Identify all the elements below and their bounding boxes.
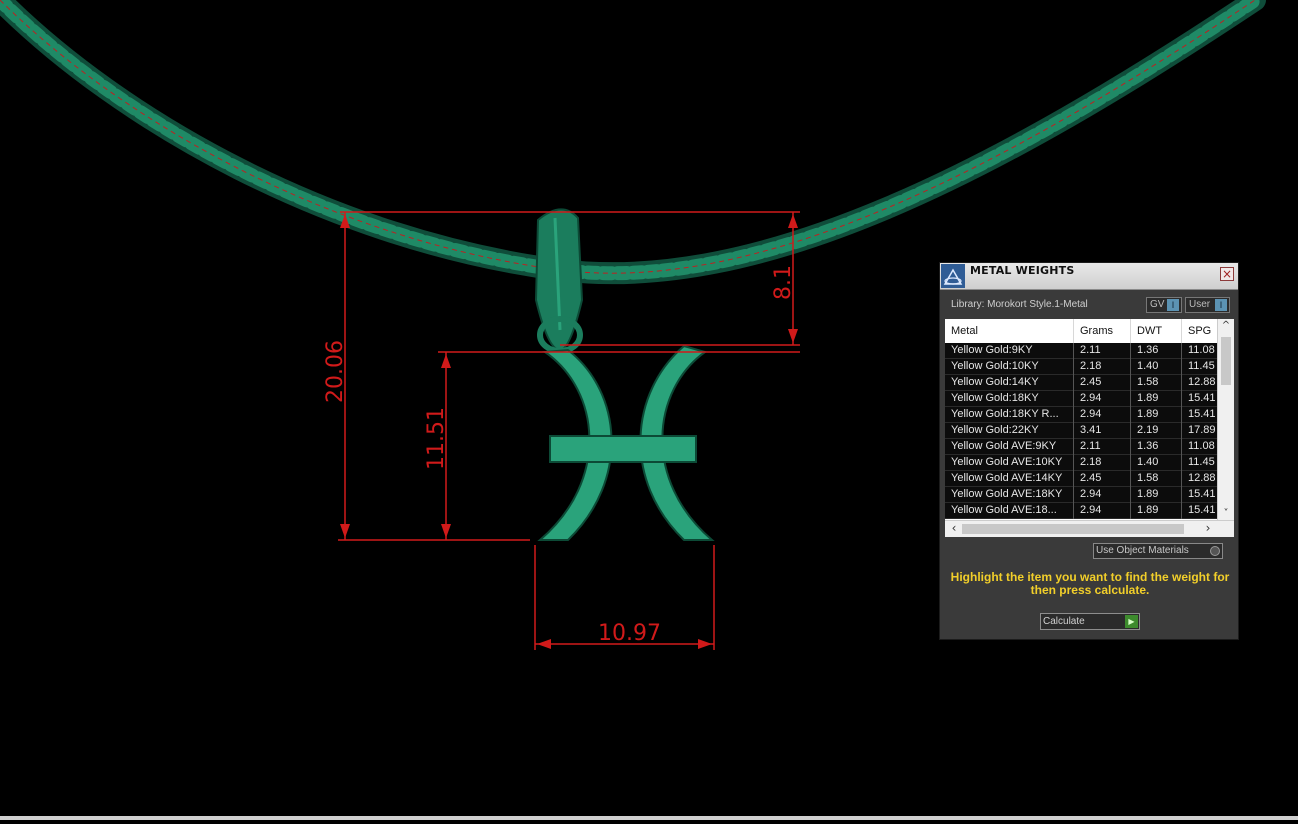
use-object-materials-toggle[interactable]: Use Object Materials — [1093, 543, 1223, 559]
cell-metal: Yellow Gold:18KY — [945, 391, 1074, 407]
table-row[interactable]: Yellow Gold:18KY R... 2.94 1.89 15.41 — [945, 407, 1217, 423]
user-toggle[interactable]: User I — [1185, 297, 1230, 313]
cell-spg: 12.88 — [1188, 472, 1216, 484]
pisces-pendant[interactable] — [537, 344, 715, 541]
cell-dwt: 1.89 — [1131, 391, 1182, 407]
panel-title: METAL WEIGHTS — [970, 264, 1075, 277]
gv-toggle-label: GV — [1150, 299, 1165, 310]
scroll-down-icon[interactable]: ˅ — [1218, 507, 1234, 521]
cell-dwt: 1.89 — [1131, 503, 1182, 519]
vertical-scrollbar[interactable]: ^ ˅ — [1217, 319, 1234, 521]
pendant-bail[interactable] — [534, 208, 584, 354]
cell-grams: 2.94 — [1074, 407, 1131, 423]
library-label: Library: Morokort Style.1-Metal — [951, 299, 1088, 310]
cell-spg: 11.08 — [1188, 344, 1215, 356]
cell-metal: Yellow Gold:10KY — [945, 359, 1074, 375]
cell-spg: 15.41 — [1188, 504, 1216, 516]
scroll-up-icon[interactable]: ^ — [1218, 319, 1234, 333]
cell-metal: Yellow Gold:14KY — [945, 375, 1074, 391]
gv-toggle[interactable]: GV I — [1146, 297, 1182, 313]
table-row[interactable]: Yellow Gold AVE:18KY 2.94 1.89 15.41 — [945, 487, 1217, 503]
cell-metal: Yellow Gold:9KY — [945, 343, 1074, 359]
table-row[interactable]: Yellow Gold:18KY 2.94 1.89 15.41 — [945, 391, 1217, 407]
cell-metal: Yellow Gold AVE:14KY — [945, 471, 1074, 487]
cell-dwt: 1.40 — [1131, 455, 1182, 471]
scroll-right-icon[interactable]: › — [1201, 521, 1215, 537]
cell-spg: 12.88 — [1188, 376, 1216, 388]
cell-spg: 11.45 — [1188, 360, 1215, 372]
table-row[interactable]: Yellow Gold:14KY 2.45 1.58 12.88 — [945, 375, 1217, 391]
bottom-border — [0, 816, 1298, 820]
close-button[interactable]: × — [1220, 267, 1234, 281]
column-header-metal[interactable]: Metal — [945, 319, 1074, 343]
table-row[interactable]: Yellow Gold:22KY 3.41 2.19 17.89 — [945, 423, 1217, 439]
table-row[interactable]: Yellow Gold AVE:14KY 2.45 1.58 12.88 — [945, 471, 1217, 487]
cell-grams: 2.45 — [1074, 471, 1131, 487]
dimension-bail-height: 8.1 — [771, 265, 796, 300]
cell-dwt: 1.89 — [1131, 407, 1182, 423]
cell-spg: 15.41 — [1188, 392, 1216, 404]
cell-dwt: 1.36 — [1131, 343, 1182, 359]
cell-grams: 2.18 — [1074, 455, 1131, 471]
cell-dwt: 1.36 — [1131, 439, 1182, 455]
metal-weights-panel: METAL WEIGHTS × Library: Morokort Style.… — [939, 262, 1239, 640]
cell-grams: 2.11 — [1074, 439, 1131, 455]
cell-dwt: 2.19 — [1131, 423, 1182, 439]
cell-grams: 2.11 — [1074, 343, 1131, 359]
calculate-label: Calculate — [1043, 616, 1085, 627]
cell-dwt: 1.89 — [1131, 487, 1182, 503]
cell-dwt: 1.58 — [1131, 471, 1182, 487]
use-object-materials-label: Use Object Materials — [1096, 545, 1189, 556]
vertical-scroll-thumb[interactable] — [1221, 337, 1231, 385]
cell-metal: Yellow Gold AVE:10KY — [945, 455, 1074, 471]
weights-table[interactable]: Metal Grams DWT SPG Yellow Gold:9KY 2.11 1… — [945, 319, 1234, 537]
cell-grams: 2.18 — [1074, 359, 1131, 375]
dimension-overall-height: 20.06 — [323, 340, 348, 403]
cell-spg: 15.41 — [1188, 408, 1216, 420]
cell-metal: Yellow Gold AVE:18... — [945, 503, 1074, 519]
cell-spg: 11.45 — [1188, 456, 1215, 468]
cell-grams: 2.94 — [1074, 391, 1131, 407]
table-row[interactable]: Yellow Gold AVE:18... 2.94 1.89 15.41 — [945, 503, 1217, 519]
column-header-grams[interactable]: Grams — [1074, 319, 1131, 343]
chain[interactable] — [0, 0, 1266, 285]
dimension-pendant-height: 11.51 — [424, 407, 449, 470]
cell-metal: Yellow Gold AVE:9KY — [945, 439, 1074, 455]
cell-spg: 15.41 — [1188, 488, 1216, 500]
rhino-icon — [941, 264, 965, 288]
close-icon: × — [1221, 267, 1233, 281]
horizontal-scroll-thumb[interactable] — [962, 524, 1184, 534]
cell-spg: 11.08 — [1188, 440, 1215, 452]
scroll-left-icon[interactable]: ‹ — [947, 521, 961, 537]
toggle-knob-icon: I — [1167, 299, 1179, 311]
cell-grams: 2.45 — [1074, 375, 1131, 391]
column-header-dwt[interactable]: DWT — [1131, 319, 1182, 343]
play-arrow-icon: ▶ — [1125, 615, 1138, 628]
table-row[interactable]: Yellow Gold AVE:9KY 2.11 1.36 11.08 — [945, 439, 1217, 455]
dimension-pendant-width: 10.97 — [598, 621, 661, 646]
cell-metal: Yellow Gold:18KY R... — [945, 407, 1074, 423]
table-row[interactable]: Yellow Gold:9KY 2.11 1.36 11.08 — [945, 343, 1217, 359]
cell-grams: 2.94 — [1074, 487, 1131, 503]
table-header: Metal Grams DWT SPG — [945, 319, 1217, 344]
cell-grams: 2.94 — [1074, 503, 1131, 519]
radio-icon — [1210, 546, 1220, 556]
cell-dwt: 1.40 — [1131, 359, 1182, 375]
calculate-button[interactable]: Calculate ▶ — [1040, 613, 1140, 630]
table-row[interactable]: Yellow Gold AVE:10KY 2.18 1.40 11.45 — [945, 455, 1217, 471]
horizontal-scrollbar[interactable]: ‹ › — [945, 520, 1234, 537]
table-row[interactable]: Yellow Gold:10KY 2.18 1.40 11.45 — [945, 359, 1217, 375]
toggle-knob-icon: I — [1215, 299, 1227, 311]
panel-titlebar[interactable]: METAL WEIGHTS × — [940, 263, 1238, 290]
table-body: Yellow Gold:9KY 2.11 1.36 11.08 Yellow Gold:… — [945, 343, 1217, 519]
cell-dwt: 1.58 — [1131, 375, 1182, 391]
cell-metal: Yellow Gold AVE:18KY — [945, 487, 1074, 503]
cell-metal: Yellow Gold:22KY — [945, 423, 1074, 439]
cell-spg: 17.89 — [1188, 424, 1216, 436]
column-header-spg[interactable]: SPG — [1182, 319, 1222, 343]
instruction-text: Highlight the item you want to find the … — [950, 570, 1230, 597]
cell-grams: 3.41 — [1074, 423, 1131, 439]
user-toggle-label: User — [1189, 299, 1211, 310]
